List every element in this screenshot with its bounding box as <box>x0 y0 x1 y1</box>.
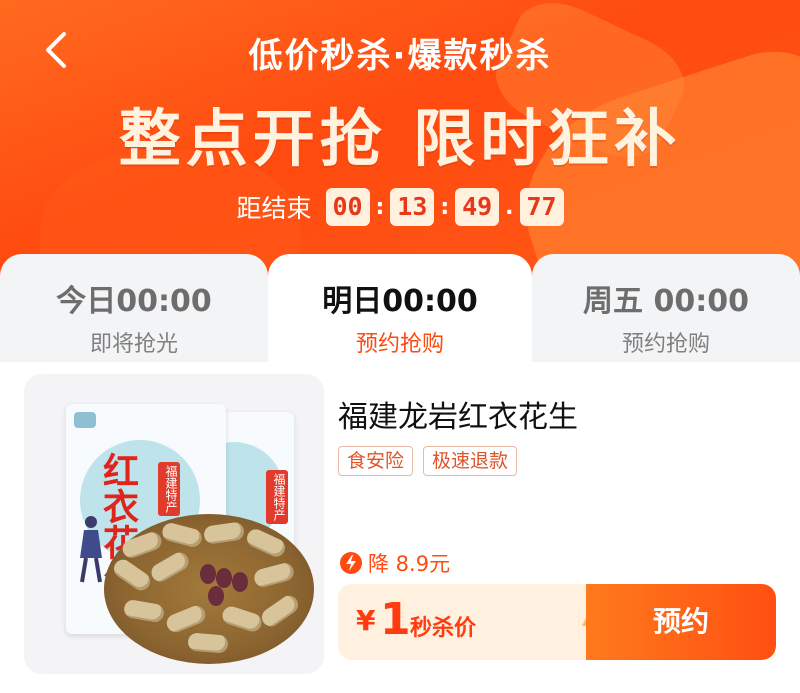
countdown-minutes: 13 <box>390 188 435 226</box>
session-tabs: 今日00:00 即将抢光 明日00:00 预约抢购 周五 00:00 预约抢购 <box>0 254 800 362</box>
hero-title: 整点开抢 限时狂补 <box>118 102 682 175</box>
badge-fast-refund: 极速退款 <box>423 446 518 476</box>
tab-friday[interactable]: 周五 00:00 预约抢购 <box>532 254 800 362</box>
tab-today[interactable]: 今日00:00 即将抢光 <box>0 254 268 362</box>
service-badges: 食安险 极速退款 <box>338 446 518 476</box>
countdown-label: 距结束 <box>236 194 312 223</box>
tab-time: 明日00:00 <box>322 284 478 319</box>
figure-illustration <box>80 516 102 583</box>
hero-subtitle: 低价秒杀·爆款秒杀 <box>248 36 552 76</box>
reserve-button[interactable]: 预约 <box>586 584 776 660</box>
countdown-centiseconds: 77 <box>519 188 564 226</box>
product-list: 福建特产 红衣花生 福建特产 福建龙岩红衣花生 食安险 极速退款 降 8.9元 … <box>0 362 800 693</box>
discount-text: 降 8.9元 <box>368 552 451 576</box>
badge-food-safety: 食安险 <box>338 446 414 476</box>
brand-logo <box>74 412 96 428</box>
product-image[interactable]: 福建特产 红衣花生 福建特产 <box>24 374 324 674</box>
tab-status: 即将抢光 <box>89 332 178 357</box>
price-label: 秒杀价 <box>410 616 477 641</box>
tab-tomorrow[interactable]: 明日00:00 预约抢购 <box>268 254 532 362</box>
lightning-icon <box>340 552 362 574</box>
countdown-separator: : <box>375 194 385 220</box>
price-value: 1 <box>380 594 411 645</box>
countdown-seconds: 49 <box>455 188 500 226</box>
tab-status: 预约抢购 <box>355 332 444 357</box>
price-bar[interactable]: ¥ 1 秒杀价 预约 <box>338 584 776 660</box>
countdown-timer: 距结束 00 : 13 : 49 . 77 <box>0 188 800 226</box>
tab-status: 预约抢购 <box>621 332 710 357</box>
hero-banner: 低价秒杀·爆款秒杀 整点开抢 限时狂补 距结束 00 : 13 : 49 . 7… <box>0 0 800 290</box>
discount-info: 降 8.9元 <box>340 548 450 578</box>
tab-time: 今日00:00 <box>56 284 212 319</box>
bag-tag: 福建特产 <box>158 462 180 516</box>
countdown-separator: . <box>505 194 514 220</box>
price-symbol: ¥ <box>356 604 376 637</box>
bag-tag: 福建特产 <box>266 470 288 524</box>
product-title[interactable]: 福建龙岩红衣花生 <box>338 392 578 436</box>
countdown-hours: 00 <box>325 188 370 226</box>
peanut-basket <box>104 514 314 664</box>
tab-time: 周五 00:00 <box>583 284 749 319</box>
countdown-separator: : <box>440 194 450 220</box>
